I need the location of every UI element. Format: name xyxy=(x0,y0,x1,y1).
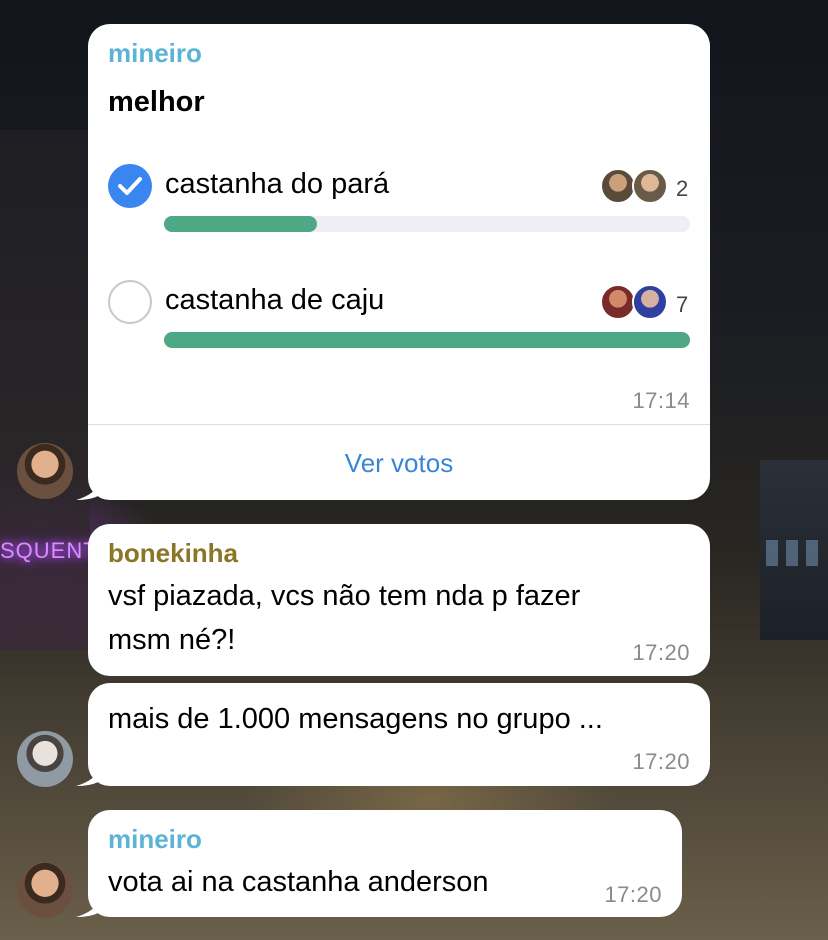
message-time: 17:20 xyxy=(632,640,690,665)
poll-option-label[interactable]: castanha do pará xyxy=(165,168,389,201)
vote-count: 2 xyxy=(676,176,689,201)
poll-bubble: mineiro melhor castanha do pará 2 castan… xyxy=(88,24,710,500)
background-building xyxy=(760,460,828,640)
user-avatar-mineiro[interactable] xyxy=(17,862,73,918)
user-avatar-sender[interactable] xyxy=(17,731,73,787)
vote-count: 7 xyxy=(676,292,689,317)
message-time: 17:14 xyxy=(632,388,690,413)
voter-avatar xyxy=(632,284,668,320)
poll-bar-track xyxy=(164,216,690,232)
message-time: 17:20 xyxy=(632,749,690,774)
poll-bar-fill xyxy=(164,216,317,232)
voter-avatar xyxy=(600,168,636,204)
sender-name[interactable]: mineiro xyxy=(108,824,202,855)
poll-bar-track xyxy=(164,332,690,348)
background-wall xyxy=(0,130,90,650)
sender-name[interactable]: bonekinha xyxy=(108,538,238,569)
message-bubble: bonekinha vsf piazada, vcs não tem nda p… xyxy=(88,524,710,676)
message-bubble: mineiro vota ai na castanha anderson 17:… xyxy=(88,810,682,917)
message-text: msm né?! xyxy=(108,624,236,656)
voter-avatar xyxy=(632,168,668,204)
divider xyxy=(88,424,710,425)
poll-question: melhor xyxy=(108,86,205,118)
checkmark-icon[interactable] xyxy=(108,164,152,208)
message-bubble: mais de 1.000 mensagens no grupo ... 17:… xyxy=(88,683,710,786)
poll-option-label[interactable]: castanha de caju xyxy=(165,284,384,317)
message-text: mais de 1.000 mensagens no grupo ... xyxy=(108,703,603,735)
view-votes-button[interactable]: Ver votos xyxy=(88,448,710,479)
message-text: vota ai na castanha anderson xyxy=(108,866,489,898)
sender-name[interactable]: mineiro xyxy=(108,38,202,69)
message-text: vsf piazada, vcs não tem nda p fazer xyxy=(108,580,581,612)
voter-avatar xyxy=(600,284,636,320)
message-time: 17:20 xyxy=(604,882,662,907)
user-avatar-mineiro[interactable] xyxy=(17,443,73,499)
radio-empty-icon[interactable] xyxy=(108,280,152,324)
poll-bar-fill xyxy=(164,332,690,348)
